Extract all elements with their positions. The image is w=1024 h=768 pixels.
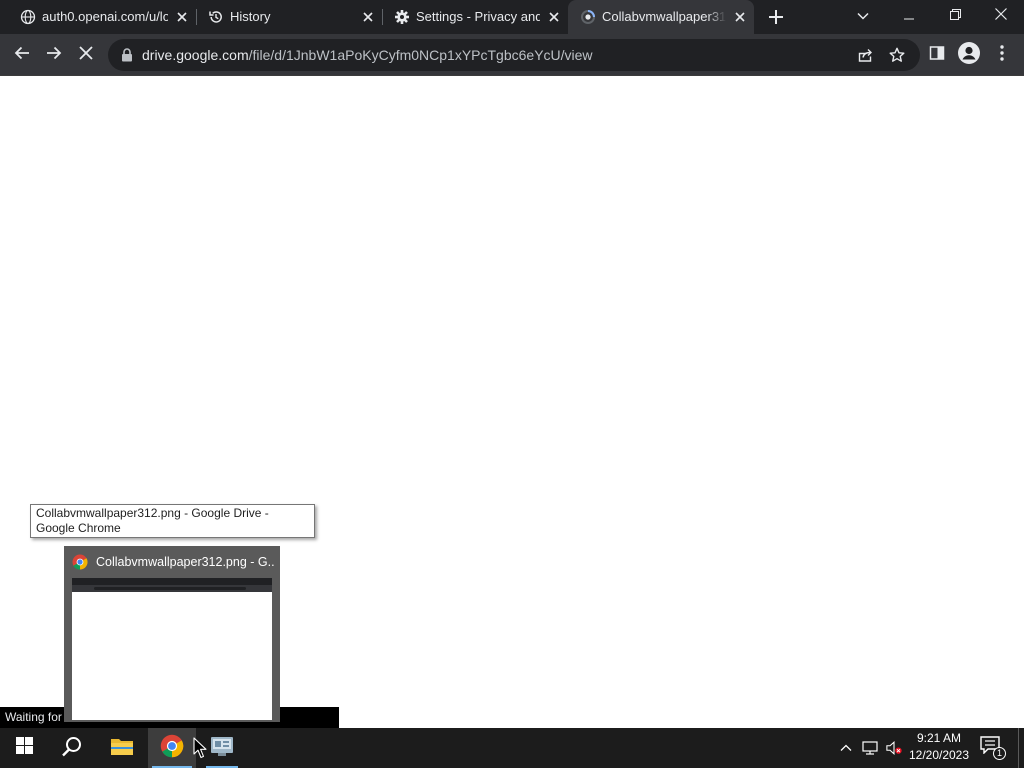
history-icon xyxy=(208,9,224,25)
chrome-icon xyxy=(72,554,88,570)
avatar-icon xyxy=(958,41,980,69)
clock-date: 12/20/2023 xyxy=(908,748,970,762)
close-icon xyxy=(995,7,1007,25)
search-icon xyxy=(61,735,83,762)
file-explorer-button[interactable] xyxy=(98,728,146,768)
close-icon xyxy=(79,45,93,65)
clock-time: 9:21 AM xyxy=(916,731,962,745)
browser-toolbar: drive.google.com/file/d/1JnbW1aPoKyCyfm0… xyxy=(0,34,1024,76)
tab-label: Collabvmwallpaper312 xyxy=(602,9,726,24)
window-preview-image xyxy=(72,578,272,720)
close-tab-icon[interactable] xyxy=(546,9,562,25)
google-drive-loading-icon xyxy=(580,9,596,25)
show-desktop-button[interactable] xyxy=(1018,728,1019,768)
close-window-button[interactable] xyxy=(978,0,1024,32)
new-tab-button[interactable] xyxy=(764,5,788,29)
tab-label: Settings - Privacy and xyxy=(416,9,540,24)
profile-button[interactable] xyxy=(957,41,981,69)
minimize-icon xyxy=(904,7,914,25)
close-tab-icon[interactable] xyxy=(174,9,190,25)
tab-collabvmwallpaper[interactable]: Collabvmwallpaper312 xyxy=(568,0,754,34)
taskbar-tooltip: Collabvmwallpaper312.png - Google Drive … xyxy=(30,504,315,538)
browser-menu-button[interactable] xyxy=(990,43,1014,67)
close-tab-icon[interactable] xyxy=(360,9,376,25)
arrow-right-icon xyxy=(46,45,62,66)
preview-tabstrip xyxy=(72,578,272,585)
url-host: drive.google.com xyxy=(142,47,249,63)
globe-icon xyxy=(20,9,36,25)
chrome-taskbar-button[interactable] xyxy=(148,728,196,768)
tab-label: History xyxy=(230,9,271,24)
forward-button[interactable] xyxy=(42,43,66,67)
url-text: drive.google.com/file/d/1JnbW1aPoKyCyfm0… xyxy=(142,47,593,63)
minimize-button[interactable] xyxy=(886,0,932,32)
windows-logo-icon xyxy=(15,737,33,759)
tab-strip: auth0.openai.com/u/lo History Settings -… xyxy=(0,0,1024,34)
search-button[interactable] xyxy=(48,728,96,768)
volume-muted-icon[interactable] xyxy=(886,740,902,756)
stop-loading-button[interactable] xyxy=(74,43,98,67)
windows-taskbar: 9:21 AM 12/20/2023 1 xyxy=(0,728,1024,768)
side-panel-button[interactable] xyxy=(925,43,949,67)
address-bar[interactable]: drive.google.com/file/d/1JnbW1aPoKyCyfm0… xyxy=(108,39,920,71)
kebab-menu-icon xyxy=(1000,44,1004,66)
start-button[interactable] xyxy=(0,728,48,768)
tab-auth0[interactable]: auth0.openai.com/u/lo xyxy=(8,0,197,34)
tab-history[interactable]: History xyxy=(196,0,383,34)
action-center-button[interactable]: 1 xyxy=(980,736,1006,760)
thumbnail-title: Collabvmwallpaper312.png - G... xyxy=(96,555,274,569)
chevron-up-icon[interactable] xyxy=(838,740,854,756)
lock-icon[interactable] xyxy=(120,48,134,62)
taskbar-thumbnail-preview[interactable]: Collabvmwallpaper312.png - G... xyxy=(64,546,280,722)
side-panel-icon xyxy=(929,45,945,66)
url-path: /file/d/1JnbW1aPoKyCyfm0NCp1xYPcTgbc6eYc… xyxy=(248,47,593,63)
notification-count-badge: 1 xyxy=(993,747,1006,760)
tab-label: auth0.openai.com/u/lo xyxy=(42,9,168,24)
chrome-icon xyxy=(160,734,184,763)
close-tab-icon[interactable] xyxy=(732,9,748,25)
bookmark-star-icon[interactable] xyxy=(888,46,906,64)
share-icon[interactable] xyxy=(856,46,874,64)
preview-address-bar xyxy=(94,587,246,590)
arrow-left-icon xyxy=(14,45,30,66)
gear-icon xyxy=(394,9,410,25)
folder-icon xyxy=(110,736,134,761)
system-clock[interactable]: 9:21 AM 12/20/2023 xyxy=(903,730,975,766)
network-icon[interactable] xyxy=(862,740,878,756)
mouse-cursor-icon xyxy=(193,737,207,759)
restore-button[interactable] xyxy=(932,0,978,32)
tab-search-button[interactable] xyxy=(848,0,878,32)
control-panel-icon xyxy=(210,735,234,762)
tab-settings[interactable]: Settings - Privacy and xyxy=(382,0,568,34)
back-button[interactable] xyxy=(10,43,34,67)
chevron-down-icon xyxy=(857,7,869,25)
restore-icon xyxy=(949,7,961,25)
